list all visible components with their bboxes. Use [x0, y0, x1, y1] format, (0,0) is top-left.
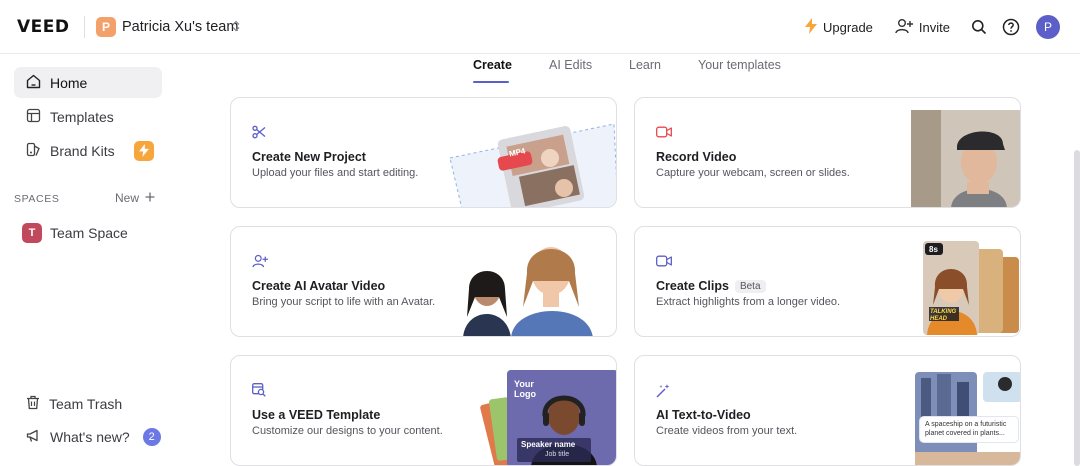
space-avatar: T: [22, 223, 42, 243]
user-plus-icon: [895, 18, 913, 37]
sidebar-item-team-space[interactable]: T Team Space: [22, 223, 128, 243]
beta-badge: Beta: [734, 280, 766, 293]
brand-kit-icon: [26, 142, 41, 160]
card-title: Record Video: [656, 150, 737, 164]
upgrade-button[interactable]: Upgrade: [805, 17, 873, 37]
card-title: Use a VEED Template: [252, 408, 381, 422]
trash-icon: [26, 395, 40, 413]
team-switcher-label[interactable]: Patricia Xu's team: [122, 19, 238, 35]
sidebar-item-label: Home: [50, 74, 88, 91]
sidebar-item-brand-kits[interactable]: Brand Kits: [14, 135, 162, 166]
create-ai-avatar-card[interactable]: Create AI Avatar Video Bring your script…: [230, 226, 617, 337]
template-search-icon: [252, 383, 268, 399]
invite-label: Invite: [918, 19, 950, 35]
lightning-icon: [805, 17, 818, 37]
header-divider: [84, 16, 85, 38]
home-icon: [26, 74, 41, 92]
main-scrollbar[interactable]: [1074, 150, 1080, 466]
record-video-card[interactable]: Record Video Capture your webcam, screen…: [634, 97, 1021, 208]
card-subtitle: Create videos from your text.: [656, 425, 798, 437]
sidebar-item-templates[interactable]: Templates: [14, 101, 162, 132]
sidebar-item-home[interactable]: Home: [14, 67, 162, 98]
clip-duration-badge: 8s: [929, 245, 938, 254]
card-title: Create Clips Beta: [656, 279, 766, 293]
sidebar-item-label: Brand Kits: [50, 142, 115, 159]
card-subtitle: Upload your files and start editing.: [252, 167, 419, 179]
ai-text-to-video-card[interactable]: AI Text-to-Video Create videos from your…: [634, 355, 1021, 466]
scissors-icon: [252, 125, 268, 141]
sidebar: Home Templates Brand Kits SPACES New T T…: [0, 54, 175, 466]
clips-thumbnail-stack: 8s TALKING HEAD: [919, 239, 1020, 336]
ai-avatars-illustration: [461, 237, 616, 336]
prompt-bubble: A spaceship on a futuristic planet cover…: [919, 416, 1019, 443]
create-new-project-card[interactable]: Create New Project Upload your files and…: [230, 97, 617, 208]
magic-wand-icon: [656, 383, 672, 399]
header-actions: Upgrade Invite P: [805, 14, 1060, 40]
card-subtitle: Customize our designs to your content.: [252, 425, 443, 437]
card-subtitle: Capture your webcam, screen or slides.: [656, 167, 850, 179]
space-label: Team Space: [50, 225, 128, 241]
tab-ai-edits[interactable]: AI Edits: [549, 58, 592, 72]
create-clips-card[interactable]: Create Clips Beta Extract highlights from…: [634, 226, 1021, 337]
new-space-button[interactable]: New: [115, 191, 155, 205]
user-plus-icon: [252, 254, 268, 270]
card-subtitle: Extract highlights from a longer video.: [656, 296, 841, 308]
veed-logo[interactable]: VEED: [17, 17, 70, 37]
use-veed-template-card[interactable]: Use a VEED Template Customize our design…: [230, 355, 617, 466]
chevron-up-down-icon[interactable]: [232, 20, 240, 33]
card-title: AI Text-to-Video: [656, 408, 751, 422]
tab-create[interactable]: Create: [473, 58, 512, 72]
card-subtitle: Bring your script to life with an Avatar…: [252, 296, 436, 308]
video-icon: [656, 254, 672, 270]
whats-new-link[interactable]: What's new? 2: [26, 428, 161, 446]
card-title: Create AI Avatar Video: [252, 279, 386, 293]
active-tab-indicator: [473, 81, 509, 83]
templates-icon: [26, 108, 41, 126]
team-trash-label: Team Trash: [49, 396, 123, 412]
webcam-preview-thumbnail: [911, 110, 1020, 207]
megaphone-icon: [26, 429, 41, 446]
tab-learn[interactable]: Learn: [629, 58, 661, 72]
upgrade-label: Upgrade: [823, 19, 873, 35]
tab-your-templates[interactable]: Your templates: [698, 58, 781, 72]
team-trash-link[interactable]: Team Trash: [26, 395, 122, 413]
record-camera-icon: [656, 125, 672, 141]
template-speaker-name: Speaker name: [521, 440, 576, 449]
whats-new-label: What's new?: [50, 429, 130, 445]
template-preview-thumbnail: Your Logo Speaker name Job title: [473, 370, 616, 465]
new-space-label: New: [115, 191, 140, 205]
card-title-text: Create Clips: [656, 279, 729, 293]
text-to-video-thumbnail: A spaceship on a futuristic planet cover…: [915, 372, 1020, 465]
team-avatar[interactable]: P: [96, 17, 116, 37]
top-bar: VEED P Patricia Xu's team Upgrade Invite…: [0, 0, 1080, 54]
upload-illustration: MP4: [446, 118, 616, 207]
help-icon[interactable]: [1000, 16, 1022, 38]
clip-caption: TALKING HEAD: [930, 309, 957, 322]
invite-button[interactable]: Invite: [895, 18, 950, 37]
plus-icon: [145, 191, 155, 205]
card-title: Create New Project: [252, 150, 366, 164]
user-avatar[interactable]: P: [1036, 15, 1060, 39]
upgrade-badge: [133, 140, 154, 161]
template-job-title: Job title: [545, 451, 570, 458]
template-logo-placeholder: Your Logo: [514, 379, 536, 399]
search-icon[interactable]: [968, 16, 990, 38]
spaces-heading: SPACES: [14, 193, 60, 205]
sidebar-item-label: Templates: [50, 108, 114, 125]
whats-new-count-badge: 2: [142, 428, 161, 446]
